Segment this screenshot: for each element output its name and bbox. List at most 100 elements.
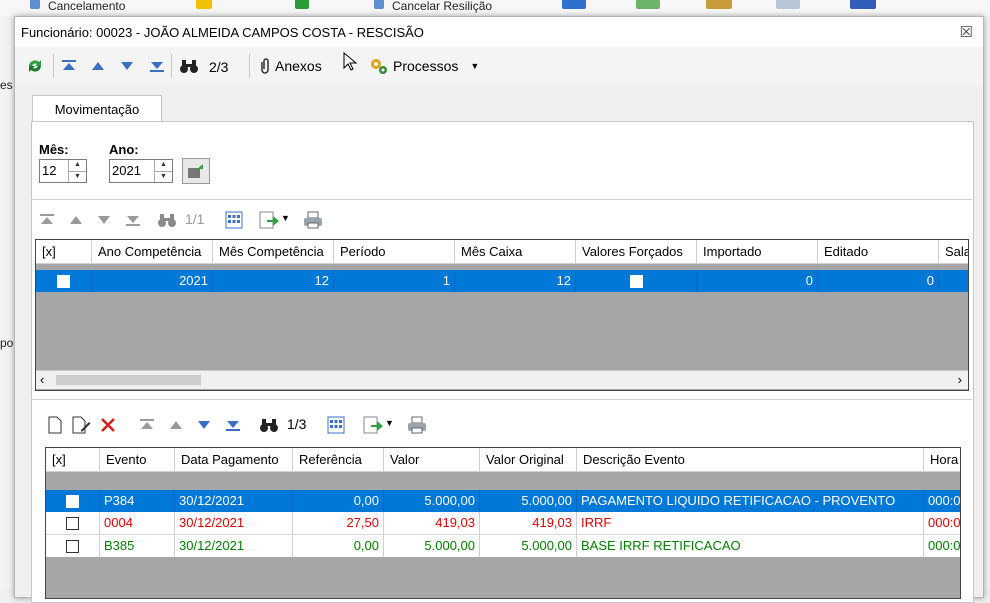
stepper-up-icon[interactable]: ▲ [155,160,172,172]
year-stepper[interactable]: 2021 ▲ ▼ [109,159,173,183]
column-header[interactable]: Referência [293,448,384,472]
column-header[interactable]: Ano Competência [92,240,213,264]
print-icon[interactable] [407,416,427,434]
column-header[interactable]: Mês Competência [213,240,334,264]
cell-editado: 0 [818,270,939,292]
apply-filter-button[interactable] [182,158,210,184]
previous-icon[interactable] [69,214,83,226]
book-icon [850,0,876,9]
month-value[interactable]: 12 [40,160,68,182]
chevron-down-icon[interactable]: ▼ [281,213,290,223]
column-header[interactable]: Período [334,240,455,264]
apply-icon [188,164,203,178]
cell-valor-original: 5.000,00 [480,535,577,557]
first-record-icon[interactable] [61,59,77,73]
bg-cancelamento[interactable]: Cancelamento [48,0,125,13]
scroll-thumb[interactable] [56,375,201,385]
first-icon[interactable] [139,418,155,432]
column-header[interactable]: Data Pagamento [175,448,293,472]
columns-icon[interactable] [327,416,345,434]
first-icon[interactable] [39,213,55,227]
user-icon [374,0,384,9]
tab-movimentacao[interactable]: Movimentação [32,95,162,122]
forced-values-checkbox[interactable] [629,275,643,289]
cell-ano: 2021 [92,270,213,292]
column-header[interactable]: Sala [939,240,968,264]
grid2-position: 1/3 [287,416,307,432]
table-row[interactable]: 0004 30/12/2021 27,50 419,03 419,03 IRRF… [46,512,960,535]
previous-icon[interactable] [169,419,183,431]
attachments-button[interactable]: Anexos [259,57,322,75]
previous-record-icon[interactable] [91,60,105,72]
table-row[interactable]: P384 30/12/2021 0,00 5.000,00 5.000,00 P… [46,490,960,512]
events-grid-header: [x] Evento Data Pagamento Referência Val… [46,448,960,472]
chevron-down-icon[interactable]: ▼ [470,61,479,71]
binoculars-icon[interactable] [259,417,279,433]
stepper-down-icon[interactable]: ▼ [155,172,172,183]
year-label: Ano: [109,142,139,157]
month-stepper[interactable]: 12 ▲ ▼ [39,159,87,183]
column-header[interactable]: Valor Original [480,448,577,472]
column-header[interactable]: Editado [818,240,939,264]
last-icon[interactable] [125,213,141,227]
processes-button[interactable]: Processos ▼ [369,57,479,75]
row-checkbox[interactable] [66,495,79,509]
export-icon[interactable] [363,416,383,434]
chevron-down-icon[interactable]: ▼ [385,418,394,428]
scroll-right-icon[interactable]: › [958,372,962,387]
column-header[interactable]: Valores Forçados [576,240,697,264]
column-header[interactable]: Hora [924,448,960,472]
competence-grid-header: [x] Ano Competência Mês Competência Perí… [36,240,968,264]
next-icon[interactable] [197,419,211,431]
new-document-icon[interactable] [47,416,63,434]
next-record-icon[interactable] [120,60,134,72]
print-icon[interactable] [303,211,323,229]
binoculars-icon[interactable] [179,58,199,74]
cell-evento: 0004 [100,512,175,534]
bg-cancelar-resilicao[interactable]: Cancelar Resilição [392,0,492,13]
row-checkbox[interactable] [57,275,70,289]
cell-hora: 000:0 [924,535,960,557]
row-checkbox[interactable] [66,517,79,531]
last-icon[interactable] [225,418,241,432]
table-row[interactable]: 2021 12 1 12 0 0 [36,270,968,292]
export-icon[interactable] [259,211,279,229]
delete-icon[interactable] [99,416,117,434]
cell-descricao: PAGAMENTO LIQUIDO RETIFICACAO - PROVENTO [577,490,924,512]
next-icon[interactable] [97,214,111,226]
employee-dialog: Funcionário: 00023 - JOÃO ALMEIDA CAMPOS… [14,16,984,603]
table-row[interactable]: B385 30/12/2021 0,00 5.000,00 5.000,00 B… [46,535,960,557]
column-header[interactable]: Importado [697,240,818,264]
horizontal-scrollbar[interactable]: ‹ › [36,370,968,389]
flag-icon [295,0,309,9]
window-title: Funcionário: 00023 - JOÃO ALMEIDA CAMPOS… [21,25,424,40]
cell-referencia: 27,50 [293,512,384,534]
events-grid: [x] Evento Data Pagamento Referência Val… [45,447,961,599]
binoculars-icon[interactable] [157,212,177,228]
cell-referencia: 0,00 [293,535,384,557]
stepper-up-icon[interactable]: ▲ [69,160,86,172]
calc-icon [636,0,660,9]
column-header[interactable]: Mês Caixa [455,240,576,264]
grid1-position: 1/1 [185,211,205,227]
columns-icon[interactable] [225,211,243,229]
grid1-toolbar: 1/1 ▼ [35,208,375,232]
column-header[interactable]: [x] [36,240,92,264]
stepper-down-icon[interactable]: ▼ [69,172,86,183]
column-header[interactable]: Valor [384,448,480,472]
column-header[interactable]: Evento [100,448,175,472]
x-icon [562,0,586,9]
row-checkbox[interactable] [66,540,79,554]
year-value[interactable]: 2021 [110,160,154,182]
cell-valor-original: 5.000,00 [480,490,577,512]
column-header[interactable]: Descrição Evento [577,448,924,472]
column-header[interactable]: [x] [46,448,100,472]
close-icon[interactable]: ☒ [960,23,973,41]
scroll-left-icon[interactable]: ‹ [40,372,44,387]
edit-icon[interactable] [71,416,91,434]
record-position: 2/3 [209,59,229,75]
background-toolbar: Cancelamento Cancelar Resilição [0,0,990,17]
last-record-icon[interactable] [149,59,165,73]
refresh-icon[interactable] [25,56,45,76]
competence-grid: [x] Ano Competência Mês Competência Perí… [35,239,969,391]
